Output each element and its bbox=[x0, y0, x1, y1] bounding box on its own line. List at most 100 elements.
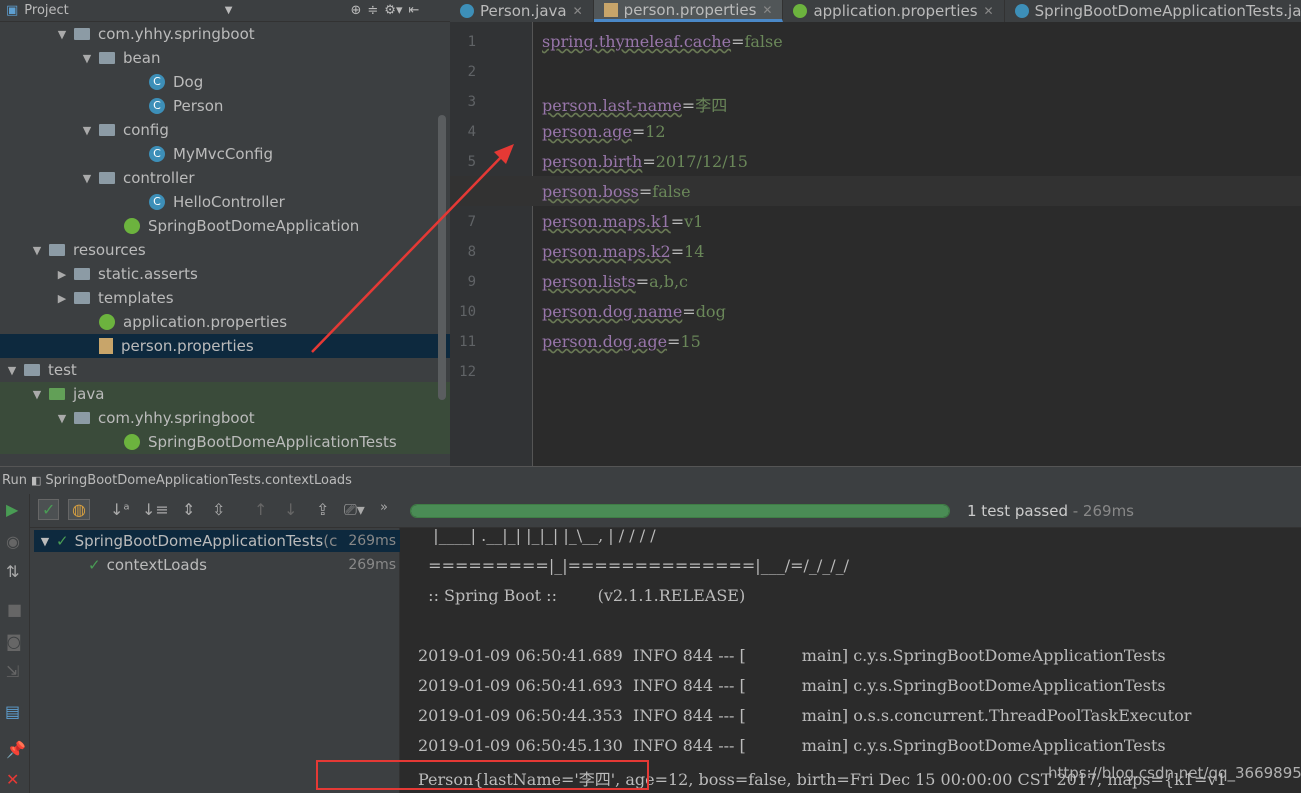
expand-arrow-icon[interactable]: ▼ bbox=[50, 412, 74, 425]
tree-item[interactable]: ▼ com.yhhy.springboot bbox=[0, 406, 450, 430]
expand-arrow-icon[interactable]: ▶ bbox=[50, 292, 74, 305]
property-value: 12 bbox=[645, 122, 666, 141]
exit-icon[interactable]: ⇲ bbox=[6, 662, 19, 681]
line-number: 1 bbox=[467, 34, 476, 50]
more-icon[interactable]: » bbox=[380, 500, 388, 515]
tree-item[interactable]: ▼ test bbox=[0, 358, 450, 382]
line-number: 10 bbox=[459, 304, 476, 320]
expand-arrow-icon[interactable]: ▶ bbox=[50, 268, 74, 281]
stop-icon[interactable]: ■ bbox=[7, 600, 22, 619]
expand-all-icon[interactable]: ⇕ bbox=[182, 500, 195, 519]
test-row-suite[interactable]: ▼ ✓ SpringBootDomeApplicationTests (c 26… bbox=[34, 530, 400, 552]
tree-item[interactable]: ▶ static.asserts bbox=[0, 262, 450, 286]
dropdown-icon[interactable]: ▼ bbox=[225, 5, 233, 16]
tree-item-label: Dog bbox=[173, 73, 204, 91]
show-ignored-icon[interactable]: ◍ bbox=[68, 499, 90, 520]
tree-item[interactable]: SpringBootDomeApplicationTests bbox=[0, 430, 450, 454]
locate-icon[interactable]: ⊕ bbox=[350, 3, 361, 18]
property-value: 15 bbox=[680, 332, 701, 351]
tree-item-label: HelloController bbox=[173, 193, 285, 211]
console-line: :: Spring Boot :: (v2.1.1.RELEASE) bbox=[418, 586, 746, 605]
console-line: |____| .__|_| |_|_| |_\__, | / / / / bbox=[418, 526, 656, 545]
expand-arrow-icon[interactable]: ▼ bbox=[75, 52, 99, 65]
export-icon[interactable]: ⇪ bbox=[316, 500, 329, 519]
layout-icon[interactable]: ▤ bbox=[5, 702, 20, 721]
hide-icon[interactable]: ⇤ bbox=[408, 3, 419, 18]
next-icon[interactable]: ↓ bbox=[284, 500, 297, 519]
dump-icon[interactable]: ◙ bbox=[6, 632, 22, 651]
expand-arrow-icon[interactable]: ▼ bbox=[50, 28, 74, 41]
expand-arrow-icon[interactable]: ▼ bbox=[34, 535, 56, 548]
expand-arrow-icon[interactable]: ▼ bbox=[75, 124, 99, 137]
tree-item[interactable]: C Person bbox=[0, 94, 450, 118]
scrollbar[interactable] bbox=[438, 115, 446, 400]
console-line: 2019-01-09 06:50:44.353 INFO 844 --- [ m… bbox=[418, 706, 1192, 725]
expand-arrow-icon[interactable]: ▼ bbox=[75, 172, 99, 185]
console-line: 2019-01-09 06:50:41.689 INFO 844 --- [ m… bbox=[418, 646, 1166, 665]
project-title[interactable]: Project bbox=[24, 3, 68, 18]
collapse-icon[interactable]: ≑ bbox=[367, 3, 378, 18]
tree-item-label: templates bbox=[98, 289, 174, 307]
tree-item[interactable]: ▼ config bbox=[0, 118, 450, 142]
tree-item[interactable]: ▼ com.yhhy.springboot bbox=[0, 22, 450, 46]
show-passed-icon[interactable]: ✓ bbox=[38, 499, 60, 520]
tree-item-label: MyMvcConfig bbox=[173, 145, 274, 163]
close-icon[interactable]: ✕ bbox=[6, 770, 19, 789]
console-output[interactable]: |____| .__|_| |_|_| |_\__, | / / / / ===… bbox=[400, 526, 1301, 793]
line-gutter: 123456789101112 bbox=[450, 22, 533, 466]
close-tab-icon[interactable]: ✕ bbox=[984, 4, 994, 18]
toggle-autotest-icon[interactable]: ⇅ bbox=[6, 562, 19, 581]
gear-icon[interactable]: ⚙▾ bbox=[384, 3, 402, 18]
property-value: dog bbox=[695, 302, 726, 321]
folder-icon bbox=[74, 28, 90, 40]
rerun-icon[interactable]: ▶ bbox=[6, 500, 18, 519]
tree-item[interactable]: C Dog bbox=[0, 70, 450, 94]
tree-item[interactable]: ▼ controller bbox=[0, 166, 450, 190]
test-status: 1 test passed - 269ms bbox=[967, 502, 1134, 520]
property-value: false bbox=[652, 182, 691, 201]
tree-item[interactable]: application.properties bbox=[0, 310, 450, 334]
progress-fill bbox=[411, 505, 949, 517]
tree-item-label: static.asserts bbox=[98, 265, 198, 283]
tree-item[interactable]: C MyMvcConfig bbox=[0, 142, 450, 166]
suite-time: 269ms bbox=[348, 533, 396, 549]
spring-icon bbox=[124, 434, 140, 450]
history-icon[interactable]: ⎚▾ bbox=[344, 500, 365, 520]
prev-icon[interactable]: ↑ bbox=[254, 500, 267, 519]
rerun-failed-icon[interactable]: ◉ bbox=[6, 532, 20, 551]
pin-icon[interactable]: 📌 bbox=[6, 740, 26, 759]
console-line: 2019-01-09 06:50:45.130 INFO 844 --- [ m… bbox=[418, 736, 1166, 755]
line-number: 9 bbox=[467, 274, 476, 290]
tree-item[interactable]: ▼ java bbox=[0, 382, 450, 406]
tree-item[interactable]: ▶ templates bbox=[0, 286, 450, 310]
method-time: 269ms bbox=[348, 557, 396, 573]
close-tab-icon[interactable]: ✕ bbox=[573, 4, 583, 18]
equals: = bbox=[670, 242, 685, 261]
config-icon: ◧ bbox=[30, 474, 42, 487]
status-text: 1 test passed bbox=[967, 502, 1068, 520]
editor-tab[interactable]: application.properties ✕ bbox=[783, 0, 1005, 22]
editor-tab[interactable]: person.properties ✕ bbox=[593, 0, 784, 22]
test-row-method[interactable]: ✓ contextLoads 269ms bbox=[88, 554, 400, 576]
tree-item[interactable]: SpringBootDomeApplication bbox=[0, 214, 450, 238]
tree-item[interactable]: ▼ bean bbox=[0, 46, 450, 70]
sort-duration-icon[interactable]: ↓≡ bbox=[142, 500, 169, 519]
code-editor[interactable]: spring.thymeleaf.cache=false person.last-… bbox=[450, 22, 1301, 466]
close-tab-icon[interactable]: ✕ bbox=[762, 3, 772, 17]
suite-label: SpringBootDomeApplicationTests bbox=[74, 532, 324, 550]
sort-alpha-icon[interactable]: ↓ᵃ bbox=[110, 500, 130, 519]
folder-icon bbox=[74, 412, 90, 424]
spring-icon bbox=[124, 218, 140, 234]
editor-tab[interactable]: Person.java ✕ bbox=[450, 0, 594, 22]
expand-arrow-icon[interactable]: ▼ bbox=[0, 364, 24, 377]
equals: = bbox=[682, 302, 696, 321]
tree-item[interactable]: C HelloController bbox=[0, 190, 450, 214]
collapse-all-icon[interactable]: ⇳ bbox=[212, 500, 225, 519]
property-key: person.dog.age bbox=[542, 332, 668, 351]
run-config[interactable]: SpringBootDomeApplicationTests.contextLo… bbox=[45, 473, 352, 488]
tree-item[interactable]: person.properties bbox=[0, 334, 450, 358]
tree-item[interactable]: ▼ resources bbox=[0, 238, 450, 262]
editor-tab[interactable]: SpringBootDomeApplicationTests.java bbox=[1005, 0, 1301, 22]
expand-arrow-icon[interactable]: ▼ bbox=[25, 244, 49, 257]
expand-arrow-icon[interactable]: ▼ bbox=[25, 388, 49, 401]
